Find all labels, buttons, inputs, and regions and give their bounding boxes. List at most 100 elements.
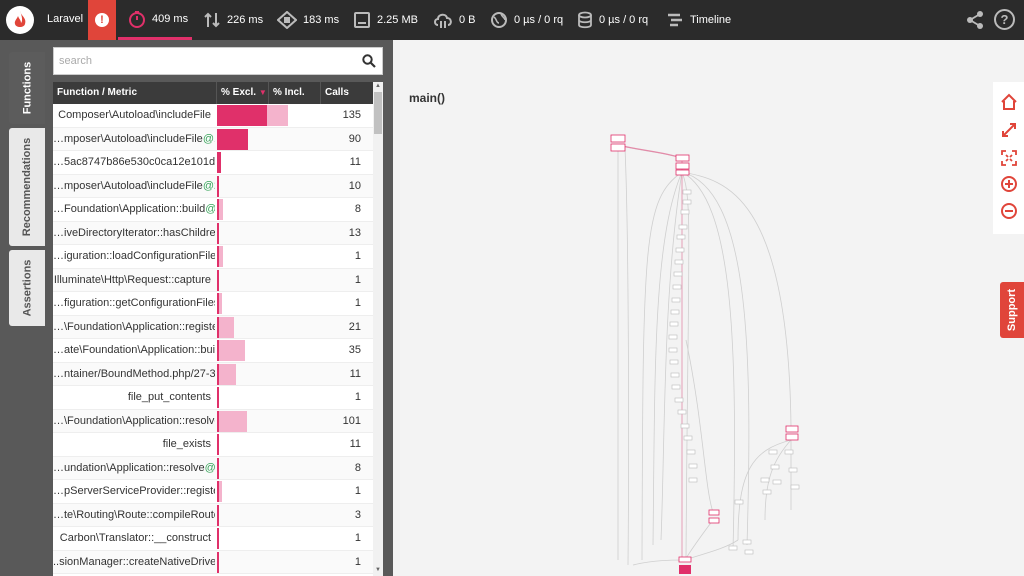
calls-count: 1 [354,273,361,286]
cost-bars [217,316,321,338]
function-label: file_put_contents [127,391,211,403]
search-icon[interactable] [356,48,382,74]
io-metric[interactable]: 226 ms [203,0,263,40]
cost-bars [217,128,321,150]
http-metric[interactable]: 0 µs / 0 rq [490,0,563,40]
table-row[interactable]: Composer\Autoload\includeFile 135 [53,104,373,128]
function-suffix: @2 [202,179,215,192]
table-row[interactable]: …Foundation\Application::build@1 8 [53,198,373,222]
share-icon[interactable] [966,10,984,30]
function-label: …figuration::getConfigurationFiles [53,297,215,309]
timeline-link[interactable]: Timeline [666,0,731,40]
function-name: …Foundation\Application::build@1 [53,198,215,221]
function-label: …iguration::loadConfigurationFiles [53,250,215,262]
excl-bar [217,175,219,197]
table-row[interactable]: …ntainer/BoundMethod.php/27-31 11 [53,362,373,386]
tab-assertions-label: Assertions [21,259,34,317]
table-row[interactable]: Carbon\Translator::__construct 1 [53,527,373,551]
col-function[interactable]: Function / Metric [53,82,217,104]
table-row[interactable]: …\Foundation\Application::resolve 101 [53,409,373,433]
excl-bar [217,434,219,455]
support-button[interactable]: Support [1000,282,1024,338]
wall-time-metric[interactable]: 409 ms [118,0,192,40]
help-icon[interactable]: ? [994,9,1015,30]
top-toolbar: Laravel ! 409 ms 226 ms 183 ms 2.25 MB 0… [0,0,1024,40]
sql-metric[interactable]: 0 µs / 0 rq [577,0,648,40]
database-icon [578,11,592,29]
table-row[interactable]: …ate\Foundation\Application::build 35 [53,339,373,363]
function-label: …5ac8747b86e530c0ca12e101d9 [53,156,215,168]
table-row[interactable]: …5ac8747b86e530c0ca12e101d9 11 [53,151,373,175]
fit-icon[interactable] [999,148,1019,168]
calls-count: 101 [342,414,361,427]
excl-bar [217,222,219,244]
cost-bars [217,434,321,455]
app-name[interactable]: Laravel [47,13,83,25]
tab-recommendations-label: Recommendations [21,137,34,237]
calls-count: 11 [349,438,361,450]
table-row[interactable]: …iguration::loadConfigurationFiles 1 [53,245,373,269]
function-suffix: @1 [205,203,215,215]
excl-bar [217,105,267,126]
function-label: …mposer\Autoload\includeFile [53,132,203,145]
search-box [53,47,383,75]
col-incl[interactable]: % Incl. [269,82,321,104]
calls-count: 1 [354,297,361,309]
call-graph-canvas[interactable] [393,40,1024,576]
table-row[interactable]: …iveDirectoryIterator::hasChildren 13 [53,221,373,245]
search-input[interactable] [54,48,356,74]
table-row[interactable]: …te\Routing\Route::compileRoute 3 [53,503,373,527]
network-metric[interactable]: 0 B [433,0,476,40]
table-row[interactable]: file_put_contents 1 [53,386,373,410]
function-label: …\Foundation\Application::register [53,320,215,333]
tab-assertions[interactable]: Assertions [9,250,45,326]
expand-icon[interactable] [999,120,1019,140]
table-row[interactable]: ..sionManager::createNativeDriver 1 [53,550,373,574]
function-label: …te\Routing\Route::compileRoute [53,508,215,521]
scroll-down-icon[interactable]: ▼ [374,567,382,575]
tab-recommendations[interactable]: Recommendations [9,128,45,246]
calls-count: 1 [354,555,361,568]
calls-count: 8 [354,203,361,215]
calls-count: 90 [348,132,361,145]
home-icon[interactable] [999,92,1019,112]
calls-count: 3 [354,508,361,521]
table-row[interactable]: …mposer\Autoload\includeFile@1 90 [53,127,373,151]
tab-functions[interactable]: Functions [9,52,45,124]
table-row[interactable]: …figuration::getConfigurationFiles 1 [53,292,373,316]
scroll-thumb[interactable] [374,92,382,134]
col-excl[interactable]: % Excl. ▼ [217,82,269,104]
table-scrollbar[interactable]: ▲ ▼ [373,82,383,576]
excl-bar [217,410,219,432]
memory-metric[interactable]: 2.25 MB [353,0,418,40]
blackfire-logo[interactable] [0,0,40,40]
function-name: …iguration::loadConfigurationFiles [53,245,215,268]
table-row[interactable]: Illuminate\Http\Request::capture 1 [53,268,373,292]
zoom-in-icon[interactable] [999,174,1019,194]
sql-value: 0 µs / 0 rq [599,14,649,26]
network-icon [434,13,452,28]
table-row[interactable]: …undation\Application::resolve@2 8 [53,456,373,480]
function-label: …\Foundation\Application::resolve [53,414,215,427]
excl-bar [217,551,219,573]
excl-bar [217,340,219,361]
table-body: Composer\Autoload\includeFile 135 …mposer\… [53,104,373,574]
timeline-icon [668,13,682,27]
scroll-up-icon[interactable]: ▲ [374,83,382,91]
calls-count: 11 [349,156,361,168]
table-row[interactable]: …mposer\Autoload\includeFile@2 10 [53,174,373,198]
function-label: Illuminate\Http\Request::capture [53,273,211,286]
cpu-icon [277,11,297,29]
zoom-out-icon[interactable] [999,201,1019,221]
cost-bars [217,175,321,197]
table-row[interactable]: …pServerServiceProvider::register 1 [53,480,373,504]
cpu-metric[interactable]: 183 ms [277,0,339,40]
exclamation-icon[interactable]: ! [88,0,116,40]
function-label: …pServerServiceProvider::register [53,485,215,497]
table-row[interactable]: …\Foundation\Application::register 21 [53,315,373,339]
call-graph[interactable]: main() [393,40,1024,576]
function-name: Illuminate\Http\Request::capture [53,269,215,292]
table-row[interactable]: file_exists 11 [53,433,373,457]
cost-bars [217,222,321,244]
col-calls[interactable]: Calls [321,82,373,104]
